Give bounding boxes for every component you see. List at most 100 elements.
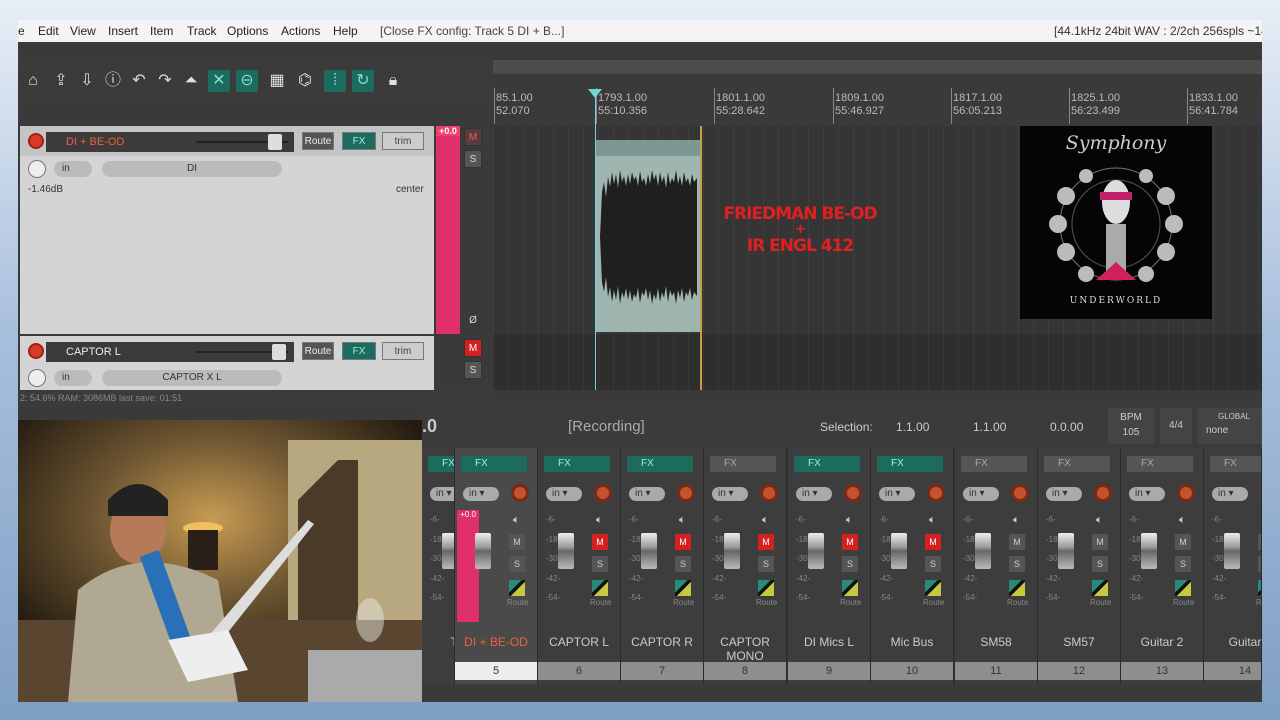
- volume-fader[interactable]: [1058, 533, 1074, 569]
- fx-button[interactable]: FX: [544, 456, 610, 472]
- strip-name[interactable]: Guitar: [1204, 635, 1261, 649]
- fx-button[interactable]: FX: [342, 132, 376, 150]
- track-panel-2[interactable]: CAPTOR L Route FX trim in CAPTOR X L: [20, 336, 434, 390]
- fx-button[interactable]: FX: [877, 456, 943, 472]
- speaker-icon[interactable]: 🔈︎: [1179, 514, 1186, 527]
- solo-button[interactable]: S: [1009, 556, 1025, 572]
- input-select[interactable]: in ▾: [796, 487, 832, 501]
- speaker-icon[interactable]: 🔈︎: [1013, 514, 1020, 527]
- track-panel-1[interactable]: 🔈︎ DI + BE-OD Route FX trim in DI -1.46d…: [20, 126, 434, 334]
- phase-button[interactable]: Ø: [464, 312, 482, 330]
- input-select[interactable]: in ▾: [1046, 487, 1082, 501]
- solo-button[interactable]: S: [758, 556, 774, 572]
- strip-name[interactable]: DI Mics L: [788, 635, 870, 649]
- input-channel-select[interactable]: CAPTOR X L: [102, 370, 282, 386]
- input-select[interactable]: in: [54, 161, 92, 177]
- input-select[interactable]: in ▾: [546, 487, 582, 501]
- bpm-box[interactable]: BPM 105: [1108, 408, 1154, 444]
- item-header[interactable]: [596, 140, 701, 156]
- fx-button[interactable]: FX: [627, 456, 693, 472]
- input-select[interactable]: in ▾: [1129, 487, 1165, 501]
- speaker-icon[interactable]: 🔈︎: [679, 514, 686, 527]
- strip-name[interactable]: CAPTOR MONO: [704, 635, 786, 663]
- mixer-strip[interactable]: FXin ▾🔈︎-6--18--30--42--54-MSRouteGuitar…: [1204, 448, 1262, 684]
- fx-button[interactable]: FX: [342, 342, 376, 360]
- speaker-icon[interactable]: 🔈︎: [513, 514, 520, 527]
- menu-options[interactable]: Options: [227, 20, 268, 42]
- mixer-strip[interactable]: FX in ▾ 🔈︎ -6- -18- -30- -42- -54- M S Route SM57 12: [1038, 448, 1121, 684]
- input-select[interactable]: in: [54, 370, 92, 386]
- mixer-strip[interactable]: FXin ▾🔈︎-6--18--30--42--54-+0.0MSRouteDI…: [455, 448, 538, 684]
- volume-fader[interactable]: [891, 533, 907, 569]
- snap-icon[interactable]: ⦙: [324, 70, 346, 92]
- mute-button[interactable]: M: [509, 534, 525, 550]
- speaker-icon[interactable]: 🔈︎: [762, 514, 769, 527]
- input-select[interactable]: in ▾: [879, 487, 915, 501]
- mute-button[interactable]: M: [1009, 534, 1025, 550]
- volume-fader[interactable]: [1141, 533, 1157, 569]
- strip-name[interactable]: TOR: [422, 635, 454, 649]
- ruler-scrollbar[interactable]: [493, 60, 1262, 74]
- fx-button[interactable]: FX: [1127, 456, 1193, 472]
- input-select[interactable]: in ▾: [430, 487, 454, 501]
- link-icon[interactable]: ⊖: [236, 70, 258, 92]
- mixer-strip[interactable]: FXin ▾🔈︎-6--18--30--42--54-MSRouteGuitar…: [1121, 448, 1204, 684]
- solo-button[interactable]: S: [464, 361, 482, 379]
- solo-button[interactable]: S: [675, 556, 691, 572]
- save-icon[interactable]: ⇩: [76, 70, 98, 92]
- mute-button[interactable]: M: [464, 339, 482, 357]
- record-arm-button[interactable]: [927, 484, 945, 502]
- mixer-strip[interactable]: FX in ▾ 🔈︎ -6- -18- -30- -42- -54- M S Route CAPTOR…: [704, 448, 787, 684]
- mixer-strip[interactable]: FX in ▾ 🔈︎ -6- -18- -30- -42- -54- M S Route CAPTOR…: [621, 448, 704, 684]
- record-arm-button[interactable]: [760, 484, 778, 502]
- strip-name[interactable]: DI + BE-OD: [455, 635, 537, 649]
- audio-item[interactable]: [596, 140, 701, 332]
- record-arm-button[interactable]: [1260, 484, 1261, 502]
- volume-fader[interactable]: [475, 533, 491, 569]
- solo-button[interactable]: S: [1258, 556, 1261, 572]
- mixer-strip[interactable]: FX in ▾ 🔈︎ -6- -18- -30- -42- -54- M S Route SM58 11: [955, 448, 1038, 684]
- volume-fader[interactable]: [975, 533, 991, 569]
- strip-name[interactable]: CAPTOR L: [538, 635, 620, 649]
- loop-icon[interactable]: ↻: [352, 70, 374, 92]
- trim-button[interactable]: trim: [382, 342, 424, 360]
- fx-button[interactable]: FX: [710, 456, 776, 472]
- speaker-icon[interactable]: 🔈︎: [1096, 514, 1103, 527]
- fx-button[interactable]: FX: [961, 456, 1027, 472]
- strip-name[interactable]: Mic Bus: [871, 635, 953, 649]
- input-channel-select[interactable]: DI: [102, 161, 282, 177]
- record-arm-button[interactable]: [511, 484, 529, 502]
- record-arm-button[interactable]: [677, 484, 695, 502]
- route-button[interactable]: Route: [302, 342, 334, 360]
- volume-fader[interactable]: [641, 533, 657, 569]
- volume-slider-handle[interactable]: [268, 134, 282, 150]
- solo-button[interactable]: S: [925, 556, 941, 572]
- speaker-icon[interactable]: 🔈︎: [929, 514, 936, 527]
- mute-button[interactable]: M: [925, 534, 941, 550]
- volume-fader[interactable]: [724, 533, 740, 569]
- trim-button[interactable]: trim: [382, 132, 424, 150]
- info-icon[interactable]: ⓘ: [102, 70, 124, 92]
- solo-button[interactable]: S: [464, 150, 482, 168]
- open-icon[interactable]: ⇪: [50, 70, 72, 92]
- track-name[interactable]: CAPTOR L: [46, 342, 294, 362]
- route-icon[interactable]: [1009, 580, 1025, 596]
- mixer-strip[interactable]: FXin ▾🔈︎-6--18--30--42--54-MSRouteTOR: [422, 448, 455, 684]
- record-arm-button[interactable]: [1094, 484, 1112, 502]
- selection-start[interactable]: 1.1.00: [896, 420, 929, 434]
- pan-knob[interactable]: [28, 160, 46, 178]
- route-icon[interactable]: [758, 580, 774, 596]
- mute-button[interactable]: M: [1175, 534, 1191, 550]
- ripple-icon[interactable]: ✕: [208, 70, 230, 92]
- record-arm-button[interactable]: [1177, 484, 1195, 502]
- input-select[interactable]: in ▾: [1212, 487, 1248, 501]
- solo-button[interactable]: S: [1175, 556, 1191, 572]
- route-icon[interactable]: [925, 580, 941, 596]
- menu-actions[interactable]: Actions: [281, 20, 320, 42]
- fx-button[interactable]: FX: [1210, 456, 1261, 472]
- menu-edit[interactable]: Edit: [38, 20, 59, 42]
- volume-fader[interactable]: [1224, 533, 1240, 569]
- menu-file[interactable]: e: [18, 20, 25, 42]
- track-name[interactable]: DI + BE-OD: [46, 132, 294, 152]
- grid-icon[interactable]: ▦: [266, 70, 288, 92]
